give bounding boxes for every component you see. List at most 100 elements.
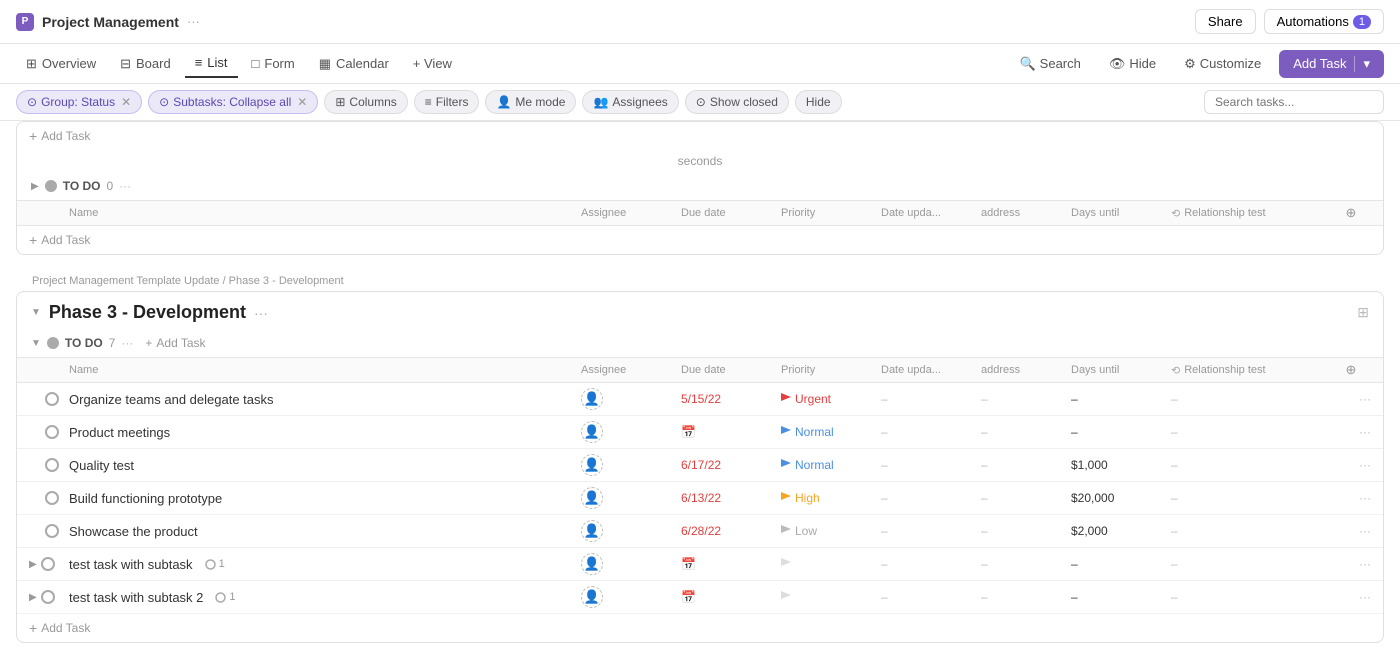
task-assignee-cell[interactable]: 👤 — [581, 487, 681, 509]
expand-arrow[interactable]: ▶ — [29, 559, 37, 570]
tab-board[interactable]: ⊟ Board — [110, 50, 181, 78]
phase3-grid-icon[interactable]: ⊞ — [1357, 304, 1369, 321]
task-row[interactable]: ▶ test task with subtask 1 👤 📅 – – – – ·… — [17, 548, 1383, 581]
phase3-todo-collapse-icon[interactable]: ▼ — [31, 338, 41, 349]
task-circle[interactable] — [45, 392, 59, 406]
task-check-cell — [29, 425, 69, 439]
columns-icon: ⊞ — [335, 95, 345, 109]
task-assignee-cell[interactable]: 👤 — [581, 553, 681, 575]
col-header-date-updated: Date upda... — [881, 207, 981, 219]
task-more-button[interactable]: ··· — [1331, 425, 1371, 439]
assignee-icon[interactable]: 👤 — [581, 421, 603, 443]
tab-calendar[interactable]: ▦ Calendar — [309, 50, 399, 78]
task-check-cell — [29, 524, 69, 538]
customize-button[interactable]: ⚙ Customize — [1174, 51, 1271, 77]
phase3-more-icon[interactable]: ··· — [254, 305, 268, 321]
task-circle[interactable] — [45, 458, 59, 472]
search-button[interactable]: 🔍 Search — [1009, 51, 1090, 77]
me-mode-button[interactable]: 👤 Me mode — [485, 90, 576, 114]
top-todo-dot — [45, 180, 57, 192]
phase3-todo-more-icon[interactable]: ··· — [121, 336, 133, 350]
col3-header-relationship: ⟲ Relationship test — [1171, 364, 1331, 377]
phase3-bottom-add-task[interactable]: + Add Task — [17, 614, 1383, 642]
task-circle[interactable] — [45, 491, 59, 505]
task-row[interactable]: Build functioning prototype 👤 6/13/22 Hi… — [17, 482, 1383, 515]
hide-toolbar-button[interactable]: Hide — [795, 90, 842, 114]
tab-calendar-label: Calendar — [336, 56, 389, 71]
tab-list[interactable]: ≡ List — [185, 49, 238, 78]
project-more-button[interactable]: ··· — [187, 14, 200, 29]
phase3-add-task-inline[interactable]: + Add Task — [145, 336, 205, 350]
tab-form[interactable]: □ Form — [242, 50, 305, 77]
subtask-indicator: 1 — [205, 558, 225, 570]
empty-plus-icon: + — [29, 232, 37, 248]
top-todo-group-header: ▶ TO DO 0 ··· — [17, 172, 1383, 200]
phase3-collapse-icon[interactable]: ▼ — [31, 307, 41, 318]
tab-form-label: Form — [264, 56, 294, 71]
expand-arrow[interactable]: ▶ — [29, 592, 37, 603]
task-row[interactable]: Showcase the product 👤 6/28/22 Low – – $… — [17, 515, 1383, 548]
top-todo-collapse-icon[interactable]: ▶ — [31, 181, 39, 192]
chip-group-status[interactable]: ⊙ Group: Status ✕ — [16, 90, 142, 114]
search-tasks-input[interactable] — [1204, 90, 1384, 114]
task-more-button[interactable]: ··· — [1331, 491, 1371, 505]
tab-add-view[interactable]: + View — [403, 50, 462, 77]
chip-subtasks-close[interactable]: ✕ — [297, 95, 307, 109]
task-row[interactable]: Product meetings 👤 📅 Normal – – – – ··· — [17, 416, 1383, 449]
task-date-updated-cell: – — [881, 491, 981, 505]
phase3-section-wrapper: Project Management Template Update / Pha… — [16, 263, 1384, 643]
task-circle[interactable] — [45, 524, 59, 538]
task-more-button[interactable]: ··· — [1331, 524, 1371, 538]
assignee-icon[interactable]: 👤 — [581, 553, 603, 575]
assignee-icon[interactable]: 👤 — [581, 586, 603, 608]
task-assignee-cell[interactable]: 👤 — [581, 388, 681, 410]
columns-button[interactable]: ⊞ Columns — [324, 90, 407, 114]
add-task-arrow-icon[interactable]: ▾ — [1354, 56, 1370, 72]
share-button[interactable]: Share — [1195, 9, 1256, 34]
task-assignee-cell[interactable]: 👤 — [581, 421, 681, 443]
add-task-button[interactable]: Add Task ▾ — [1279, 50, 1384, 78]
assignee-icon[interactable]: 👤 — [581, 520, 603, 542]
task-circle[interactable] — [41, 590, 55, 604]
assignees-button[interactable]: 👥 Assignees — [582, 90, 678, 114]
task-assignee-cell[interactable]: 👤 — [581, 454, 681, 476]
form-icon: □ — [252, 56, 260, 71]
task-more-button[interactable]: ··· — [1331, 590, 1371, 604]
phase3-bottom-add-label: Add Task — [41, 621, 90, 635]
chip-subtasks[interactable]: ⊙ Subtasks: Collapse all ✕ — [148, 90, 318, 114]
task-address-cell: – — [981, 392, 1071, 406]
assignee-icon[interactable]: 👤 — [581, 388, 603, 410]
top-todo-more-icon[interactable]: ··· — [119, 179, 131, 193]
hide-button[interactable]: 👁 Hide — [1099, 51, 1166, 77]
chip-group-status-close[interactable]: ✕ — [121, 95, 131, 109]
assignee-icon[interactable]: 👤 — [581, 487, 603, 509]
task-address-cell: – — [981, 491, 1071, 505]
task-row[interactable]: Organize teams and delegate tasks 👤 5/15… — [17, 383, 1383, 416]
task-circle[interactable] — [45, 425, 59, 439]
task-more-button[interactable]: ··· — [1331, 458, 1371, 472]
automations-label: Automations — [1277, 14, 1349, 29]
tab-overview[interactable]: ⊞ Overview — [16, 50, 106, 78]
top-add-task-row[interactable]: + Add Task — [17, 122, 1383, 150]
task-row[interactable]: Quality test 👤 6/17/22 Normal – – $1,000… — [17, 449, 1383, 482]
task-more-button[interactable]: ··· — [1331, 557, 1371, 571]
priority-label: Normal — [795, 425, 834, 439]
col3-add-button[interactable]: ⊕ — [1331, 362, 1371, 378]
filters-button[interactable]: ≡ Filters — [414, 90, 480, 114]
empty-add-task-row[interactable]: + Add Task — [17, 226, 1383, 254]
phase3-title: Phase 3 - Development — [49, 302, 246, 323]
column-headers-phase3: Name Assignee Due date Priority Date upd… — [17, 357, 1383, 383]
task-circle[interactable] — [41, 557, 55, 571]
automations-button[interactable]: Automations 1 — [1264, 9, 1384, 34]
col-add-button-top[interactable]: ⊕ — [1331, 205, 1371, 221]
task-assignee-cell[interactable]: 👤 — [581, 520, 681, 542]
column-headers-top: Name Assignee Due date Priority Date upd… — [17, 200, 1383, 226]
task-row[interactable]: ▶ test task with subtask 2 1 👤 📅 – – – –… — [17, 581, 1383, 614]
assignee-icon[interactable]: 👤 — [581, 454, 603, 476]
task-more-button[interactable]: ··· — [1331, 392, 1371, 406]
show-closed-button[interactable]: ⊙ Show closed — [685, 90, 789, 114]
plus-icon: + — [29, 128, 37, 144]
task-assignee-cell[interactable]: 👤 — [581, 586, 681, 608]
filters-label: Filters — [436, 95, 469, 109]
chip-group-status-label: Group: Status — [41, 95, 115, 109]
